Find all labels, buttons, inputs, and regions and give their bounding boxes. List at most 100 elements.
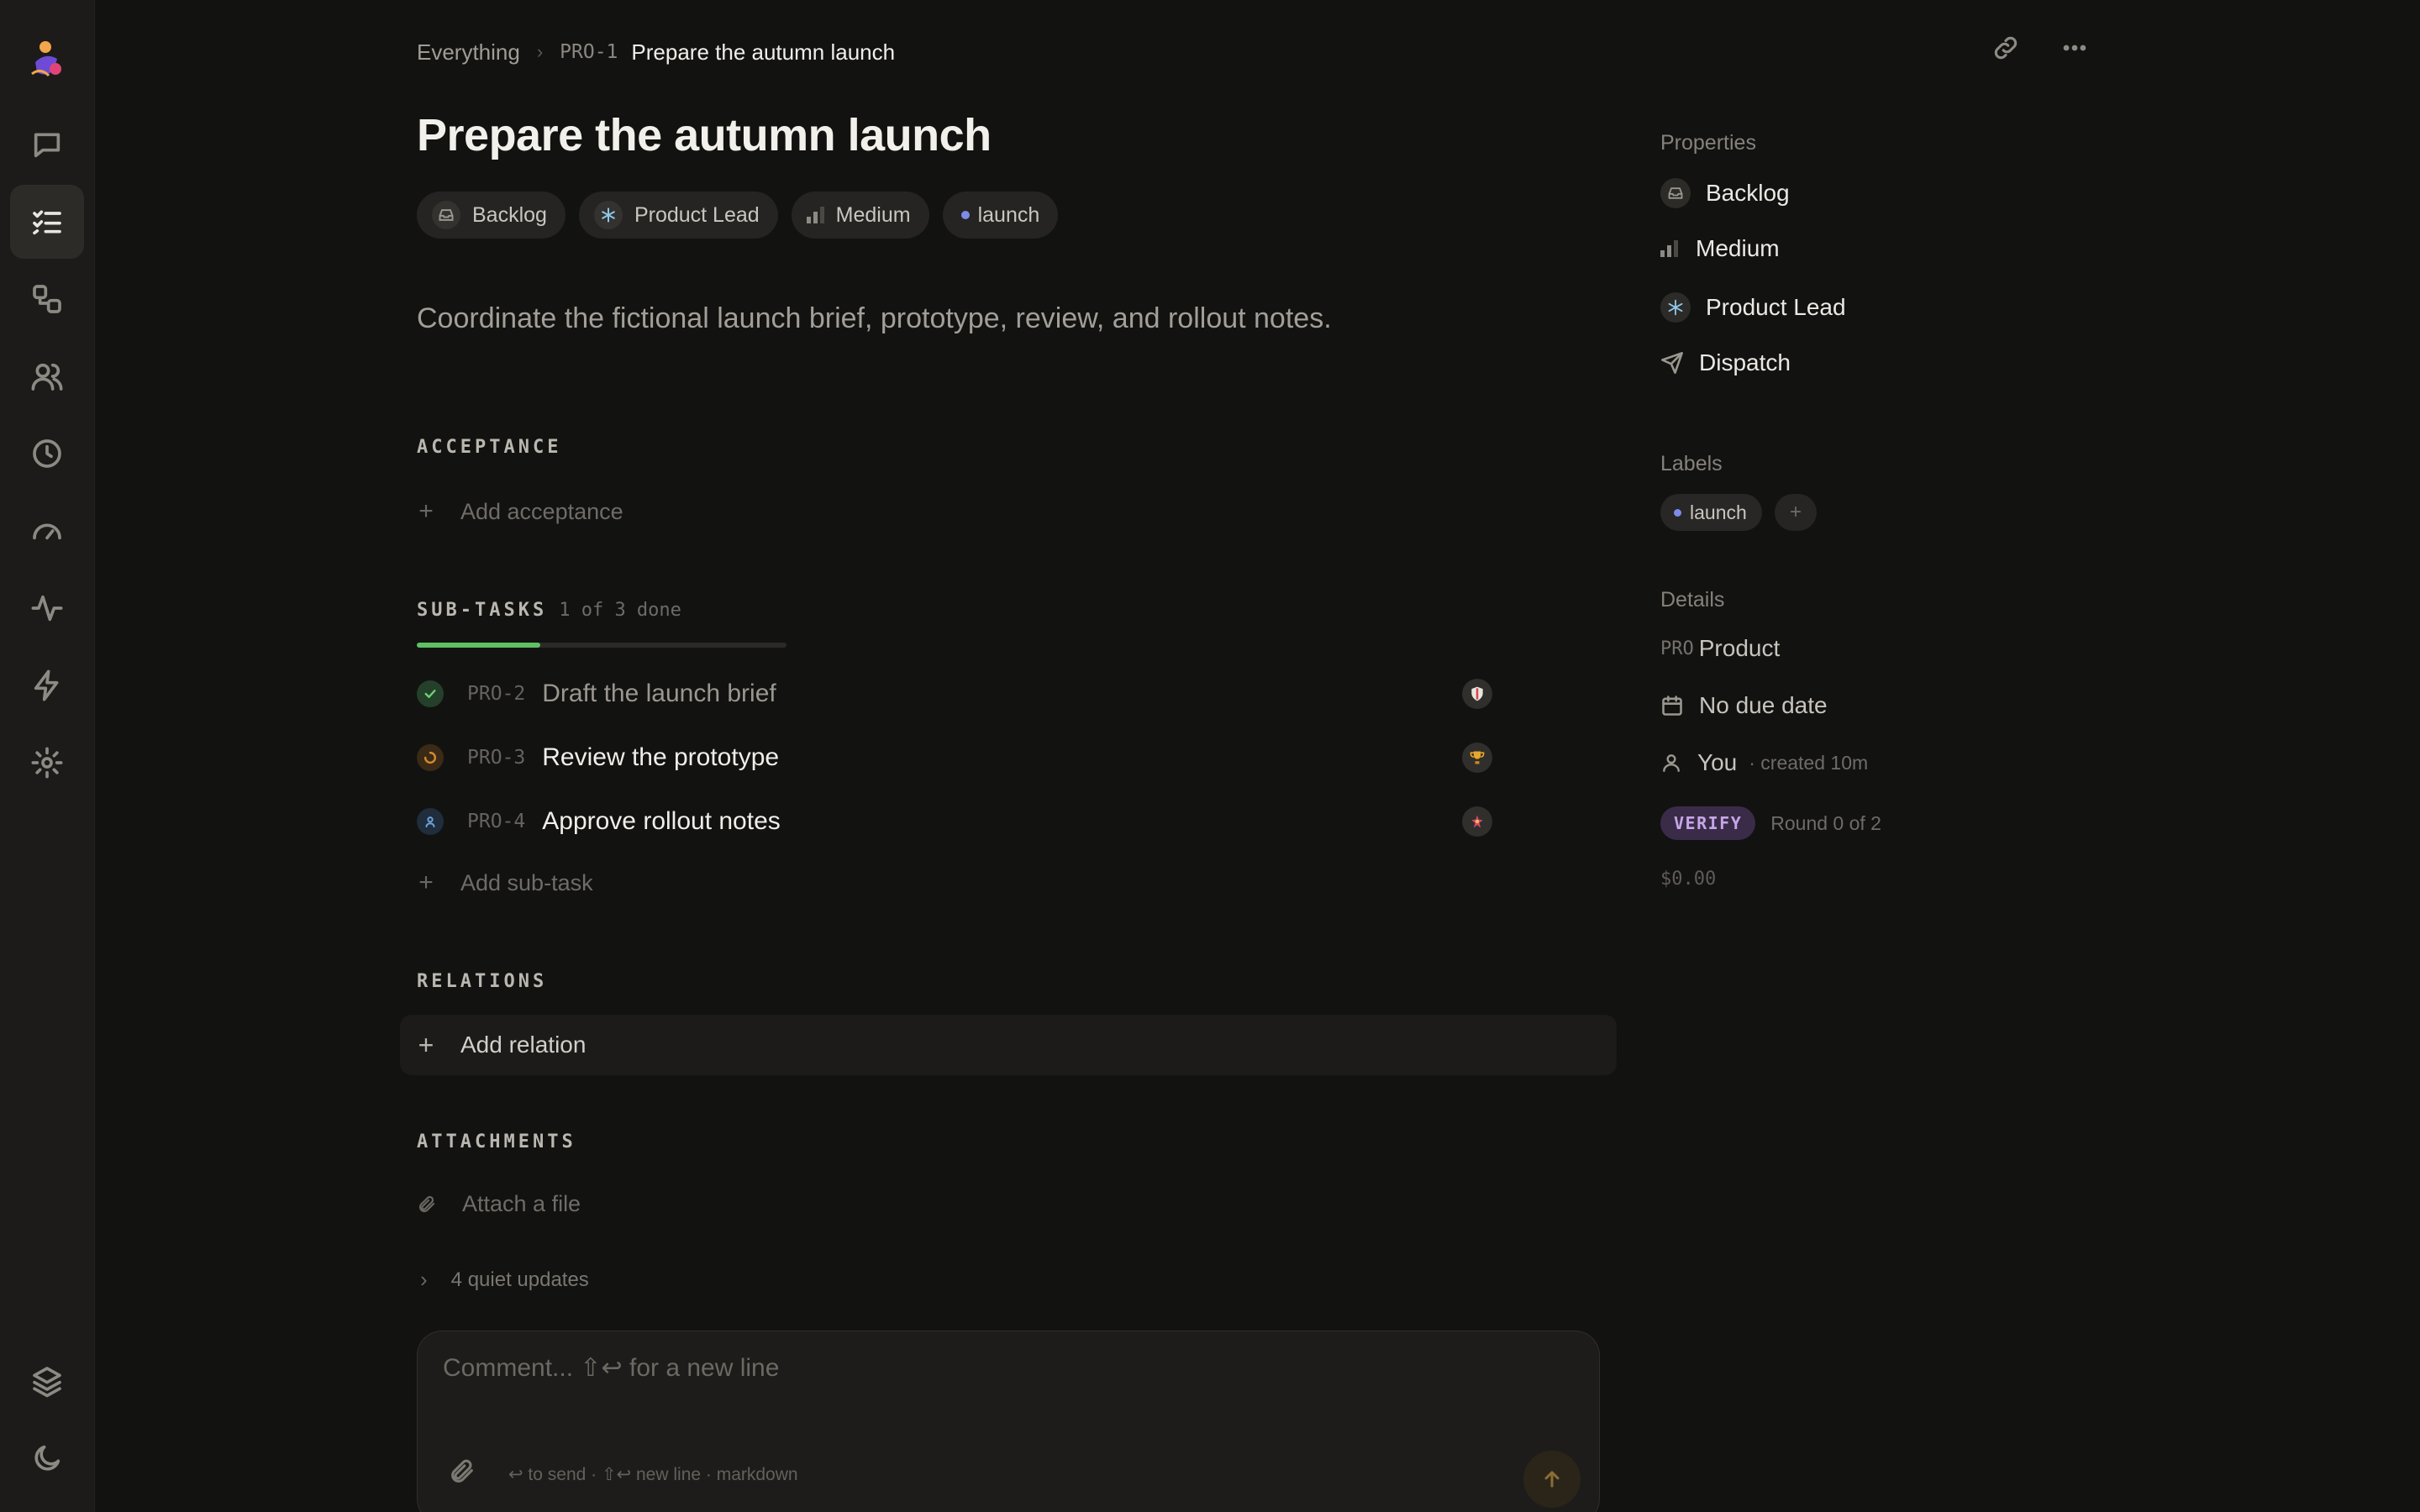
comment-composer[interactable]: Comment... ⇧↩ for a new line ↩ to send ·… [417, 1331, 1600, 1512]
created-time: · created 10m [1749, 751, 1869, 774]
gear-icon [31, 747, 63, 779]
issue-chips: Backlog Product Lead Medium launch [417, 192, 1059, 239]
plus-icon: + [418, 1029, 434, 1060]
priority-chip[interactable]: Medium [791, 192, 929, 239]
subtasks-progress-bar [417, 643, 786, 648]
arrow-up-icon [1544, 1471, 1560, 1488]
subtasks-progress-fill [417, 643, 540, 648]
assignee-chip[interactable]: Product Lead [578, 192, 778, 239]
paperclip-icon [418, 1195, 435, 1212]
send-comment-button[interactable] [1523, 1451, 1581, 1508]
cost-value: $0.00 [1660, 869, 1717, 890]
comment-input[interactable]: Comment... ⇧↩ for a new line [443, 1353, 779, 1383]
rail-layers-button[interactable] [10, 1344, 84, 1418]
subtask-name: Approve rollout notes [542, 807, 781, 835]
verify-round: Round 0 of 2 [1770, 811, 1881, 834]
label-dot-icon [960, 211, 970, 219]
moon-icon [34, 1445, 60, 1471]
rail-dashboard-button[interactable] [10, 494, 84, 568]
property-status[interactable]: Backlog [1660, 178, 1790, 208]
property-dispatch[interactable]: Dispatch [1660, 349, 1791, 376]
subtask-name: Draft the launch brief [542, 680, 776, 707]
add-acceptance-button[interactable]: + Add acceptance [417, 497, 623, 526]
detail-due-date[interactable]: No due date [1660, 692, 1828, 719]
app-logo-icon[interactable] [24, 37, 71, 84]
more-horizontal-icon [2063, 45, 2086, 51]
label-chip-label: launch [977, 202, 1040, 227]
breadcrumb-root-link[interactable]: Everything [417, 39, 520, 66]
subtask-code: PRO-2 [467, 683, 526, 705]
attach-file-button[interactable]: Attach a file [417, 1191, 581, 1217]
status-chip[interactable]: Backlog [417, 192, 566, 239]
shield-icon [1462, 679, 1492, 709]
chevron-right-icon: › [536, 41, 544, 62]
rail-chat-button[interactable] [10, 108, 84, 181]
verify-badge[interactable]: VERIFY [1660, 806, 1756, 840]
subtasks-heading: SUB-TASKS 1 of 3 done [417, 600, 681, 621]
add-relation-button[interactable]: + Add relation [400, 1015, 1617, 1075]
in-progress-circle-icon[interactable] [417, 744, 444, 771]
rail-history-button[interactable] [10, 417, 84, 491]
rail-settings-button[interactable] [10, 726, 84, 800]
quiet-updates-toggle[interactable]: › 4 quiet updates [420, 1267, 589, 1293]
layers-icon [33, 1367, 61, 1398]
status-chip-label: Backlog [472, 202, 547, 227]
subtask-code: PRO-3 [467, 747, 526, 769]
gauge-icon [33, 523, 61, 540]
trophy-icon [1462, 743, 1492, 773]
snowflake-avatar-icon [593, 201, 623, 229]
label-chip[interactable]: launch [942, 192, 1059, 239]
link-icon [1994, 36, 2018, 60]
composer-hint: ↩ to send · ⇧↩ new line · markdown [508, 1465, 798, 1484]
priority-bars-icon [1660, 240, 1681, 257]
chat-icon [34, 133, 60, 158]
label-tag-text: launch [1690, 501, 1747, 523]
header-actions [1991, 34, 2089, 66]
attach-file-label: Attach a file [462, 1191, 581, 1216]
rail-activity-button[interactable] [10, 571, 84, 645]
relations-heading: RELATIONS [417, 971, 548, 992]
subtask-name: Review the prototype [542, 743, 780, 771]
pulse-icon [31, 595, 63, 622]
acceptance-heading: ACCEPTANCE [417, 437, 562, 458]
property-priority[interactable]: Medium [1660, 235, 1780, 262]
issue-title[interactable]: Prepare the autumn launch [417, 109, 992, 161]
plus-icon: + [418, 497, 434, 525]
clock-icon [33, 439, 61, 468]
add-acceptance-label: Add acceptance [460, 498, 623, 524]
lightning-icon [34, 669, 59, 701]
subtask-row[interactable]: PRO-4 Approve rollout notes [417, 801, 1501, 842]
inbox-icon [1660, 178, 1691, 208]
subtask-row[interactable]: PRO-3 Review the prototype [417, 738, 1501, 778]
project-name: Product [1698, 635, 1781, 661]
rail-people-button[interactable] [10, 339, 84, 413]
details-heading: Details [1660, 588, 1725, 612]
labels-heading: Labels [1660, 452, 1723, 475]
subtask-row[interactable]: PRO-2 Draft the launch brief [417, 674, 1501, 714]
issue-description[interactable]: Coordinate the fictional launch brief, p… [417, 302, 1332, 335]
rail-workflows-button[interactable] [10, 262, 84, 336]
add-label-button[interactable]: + [1775, 494, 1817, 531]
theme-toggle-button[interactable] [10, 1421, 84, 1495]
label-dot-icon [1674, 508, 1681, 517]
property-assignee[interactable]: Product Lead [1660, 292, 1846, 323]
chevron-right-icon: › [420, 1267, 428, 1292]
breadcrumb-issue-code: PRO-1 [560, 41, 618, 63]
rail-tasks-button[interactable] [10, 185, 84, 259]
assigned-person-icon[interactable] [417, 808, 444, 835]
detail-project[interactable]: PRO Product [1660, 635, 1780, 662]
detail-creator: You · created 10m [1660, 749, 1868, 776]
snowflake-avatar-icon [1660, 292, 1691, 323]
people-icon [31, 363, 63, 391]
label-tag[interactable]: launch [1660, 494, 1762, 531]
rail-automations-button[interactable] [10, 648, 84, 722]
creator-name: You [1697, 749, 1738, 775]
copy-link-button[interactable] [1991, 34, 2020, 66]
priority-chip-label: Medium [835, 202, 911, 227]
attach-comment-button[interactable] [448, 1457, 476, 1490]
check-circle-icon[interactable] [417, 680, 444, 707]
more-options-button[interactable] [2060, 34, 2089, 66]
detail-verify: VERIFY Round 0 of 2 [1660, 806, 1881, 840]
priority-bars-icon [806, 207, 824, 223]
add-subtask-button[interactable]: + Add sub-task [417, 869, 592, 897]
